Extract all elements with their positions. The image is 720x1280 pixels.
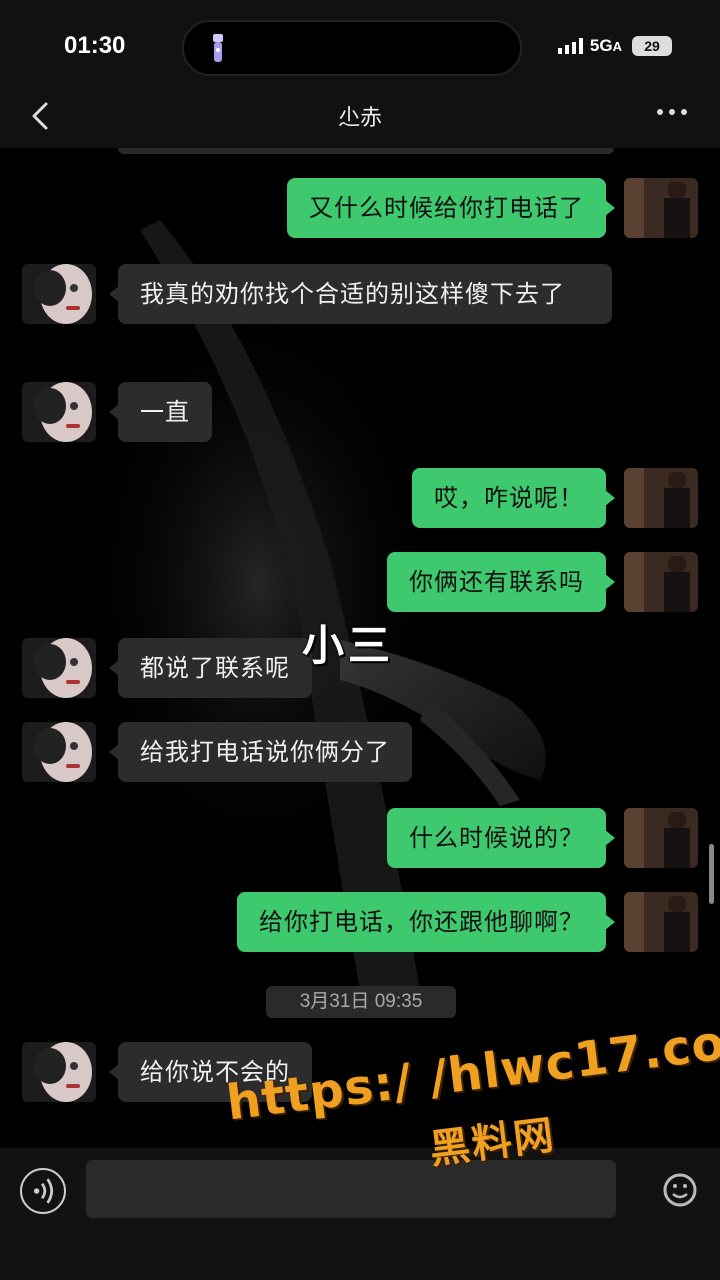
signal-bars-icon: [557, 38, 583, 54]
message-bubble-outgoing[interactable]: 又什么时候给你打电话了: [287, 178, 615, 238]
previous-message-stub: [118, 148, 614, 154]
status-bar: 01:30 5G A 29: [0, 0, 720, 96]
self-avatar[interactable]: [624, 178, 698, 238]
status-time: 01:30: [64, 32, 126, 59]
watermark-name: 黑料网: [427, 1112, 558, 1174]
chat-header: 尐赤: [0, 96, 720, 148]
self-avatar[interactable]: [624, 808, 698, 868]
chat-title: 尐赤: [337, 106, 382, 131]
network-suffix: A: [612, 38, 622, 54]
more-dots-icon[interactable]: [652, 102, 692, 122]
message-bubble-outgoing[interactable]: 你俩还有联系吗: [387, 552, 615, 612]
battery-indicator: 29: [632, 36, 672, 56]
message-bubble-outgoing[interactable]: 什么时候说的？: [387, 808, 615, 868]
contact-avatar[interactable]: [22, 264, 96, 324]
emoji-icon[interactable]: [636, 1170, 700, 1210]
message-bubble-incoming[interactable]: 一直: [109, 382, 212, 442]
contact-avatar[interactable]: [22, 722, 96, 782]
voice-icon[interactable]: [20, 1168, 66, 1214]
network-type: 5G: [589, 36, 613, 55]
self-avatar[interactable]: [624, 468, 698, 528]
dynamic-island: [182, 20, 522, 76]
self-avatar[interactable]: [624, 892, 698, 952]
overlay-caption: 小三: [302, 621, 395, 670]
message-bubble-incoming[interactable]: 我真的劝你找个合适的别这样傻下去了: [109, 264, 612, 324]
message-bubble-incoming[interactable]: 给我打电话说你俩分了: [109, 722, 412, 782]
self-avatar[interactable]: [624, 552, 698, 612]
status-indicators: 5G A 29: [557, 36, 672, 56]
scrollbar-thumb[interactable]: [709, 844, 714, 904]
contact-avatar[interactable]: [22, 638, 96, 698]
chat-timestamp: 3月31日 09:35: [266, 986, 456, 1018]
flashlight-icon: [213, 34, 223, 62]
message-bubble-outgoing[interactable]: 给你打电话，你还跟他聊啊？: [237, 892, 615, 952]
message-bubble-outgoing[interactable]: 哎，咋说呢！: [412, 468, 615, 528]
contact-avatar[interactable]: [22, 382, 96, 442]
message-bubble-incoming[interactable]: 都说了联系呢: [109, 638, 312, 698]
contact-avatar[interactable]: [22, 1042, 96, 1102]
